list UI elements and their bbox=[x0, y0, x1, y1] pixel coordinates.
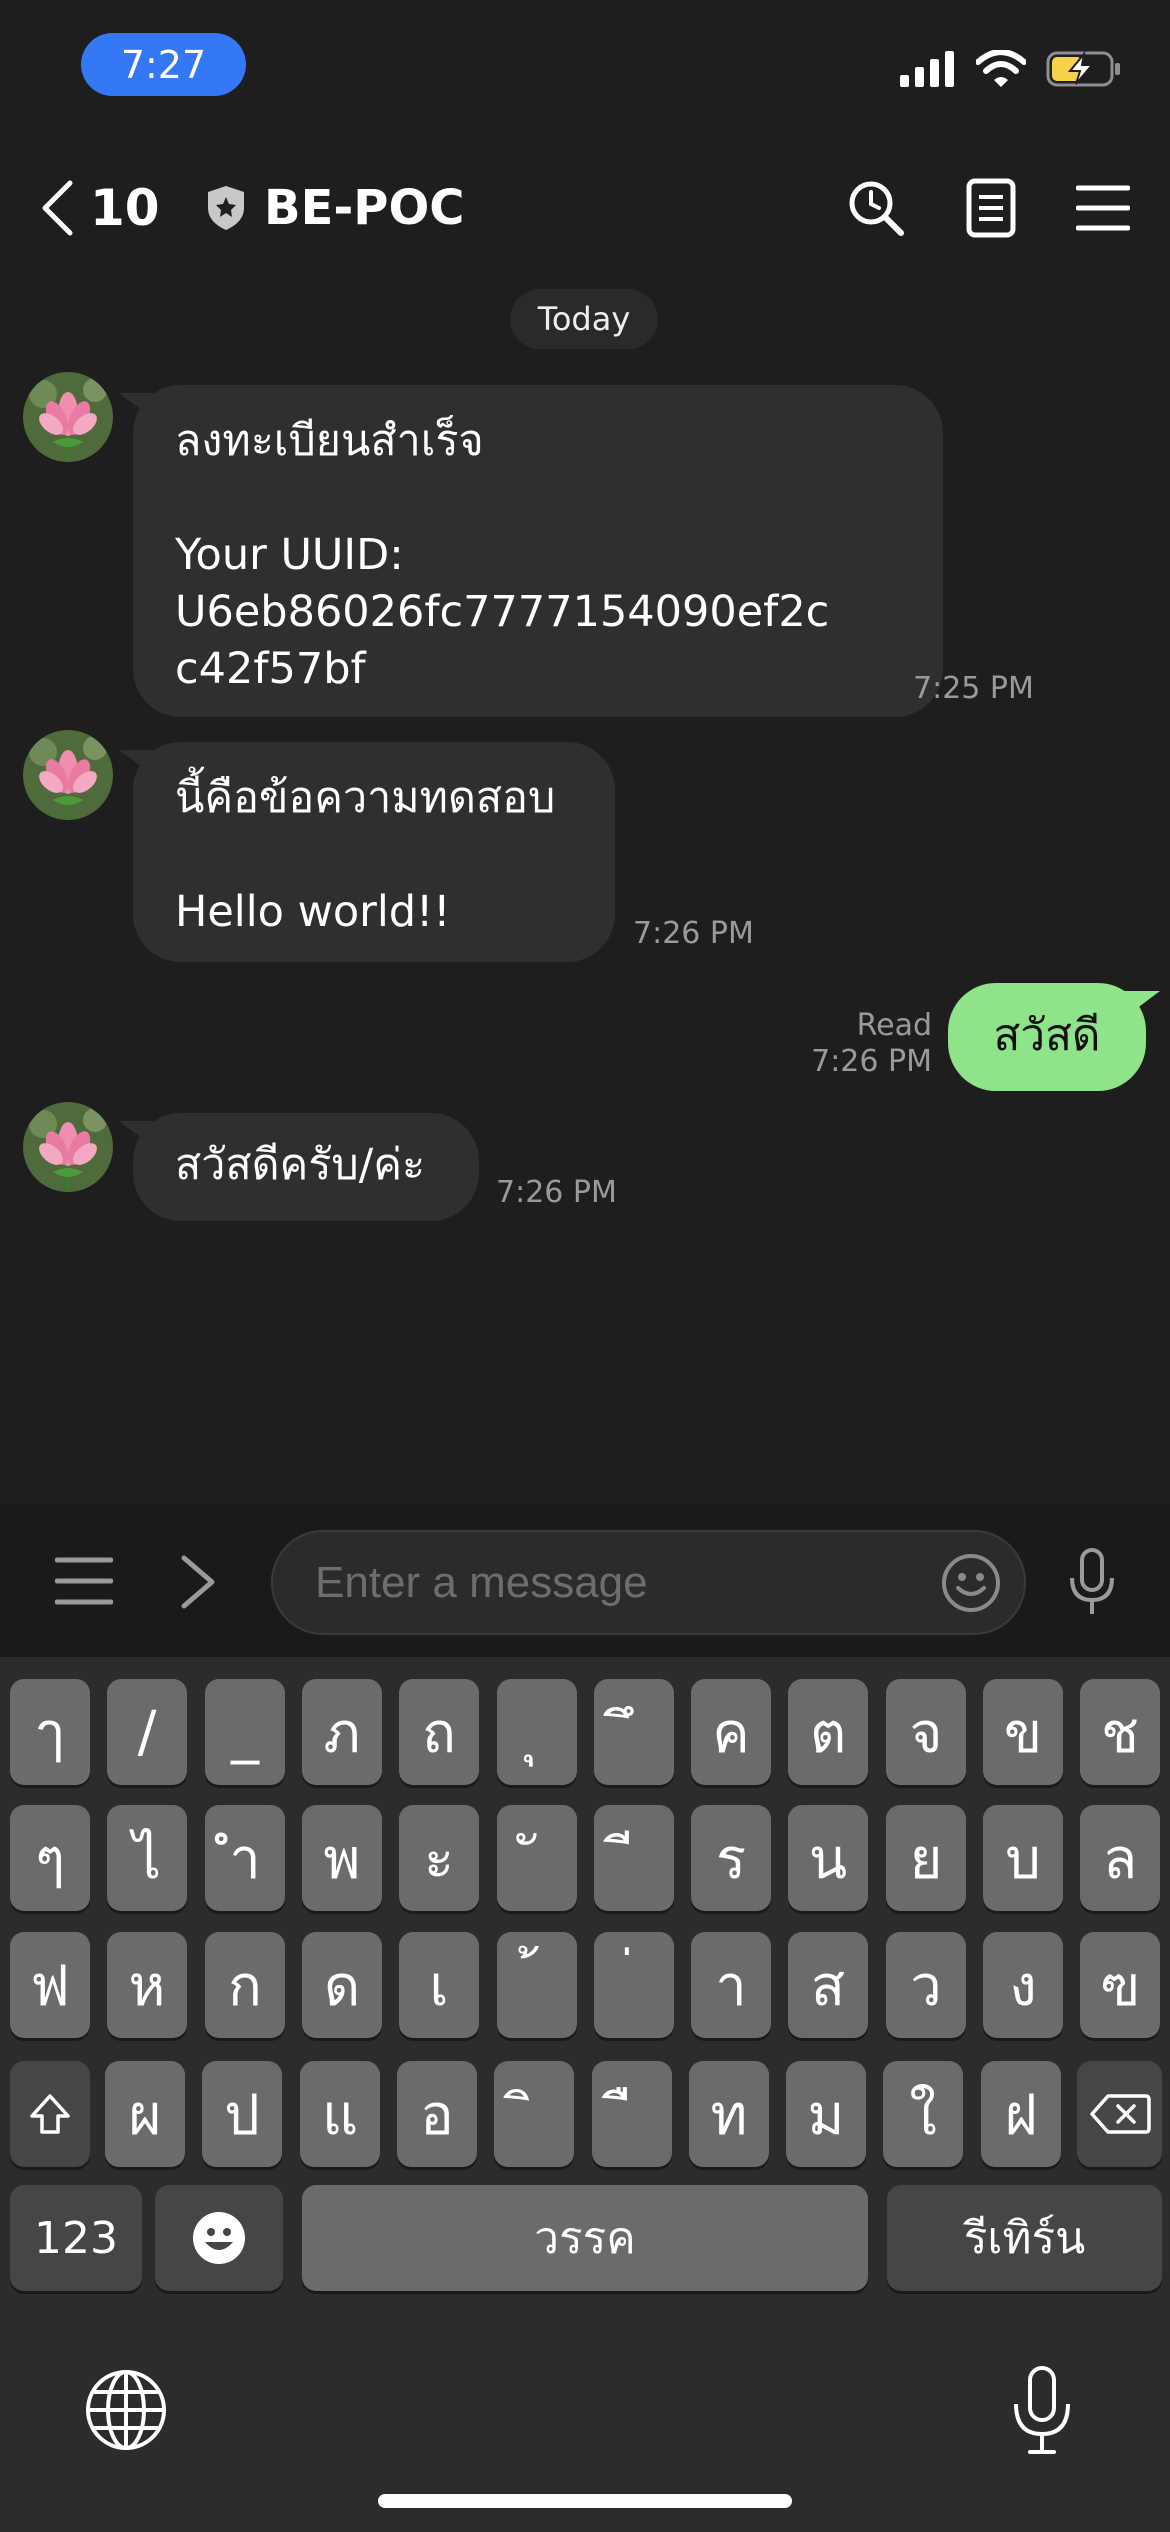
outgoing-message-bubble[interactable]: สวัสดี bbox=[948, 983, 1146, 1091]
backspace-icon bbox=[1089, 2094, 1151, 2134]
keyboard-key[interactable]: ะ bbox=[399, 1805, 479, 1911]
keyboard-key[interactable]: ด bbox=[302, 1932, 382, 2038]
keyboard-key[interactable]: ๅ bbox=[10, 1679, 90, 1785]
keyboard-key[interactable]: แ bbox=[300, 2061, 380, 2167]
keyboard-key[interactable]: ื bbox=[592, 2061, 672, 2167]
numbers-key[interactable]: 123 bbox=[10, 2185, 142, 2291]
status-time: 7:27 bbox=[81, 33, 246, 96]
wifi-icon bbox=[976, 50, 1026, 87]
sender-avatar[interactable] bbox=[23, 1102, 113, 1192]
keyboard-key[interactable]: ี bbox=[594, 1805, 674, 1911]
status-icons bbox=[900, 44, 1122, 94]
lotus-avatar-icon bbox=[23, 1102, 113, 1192]
space-key[interactable]: วรรค bbox=[302, 2185, 868, 2291]
chat-title[interactable]: BE-POC bbox=[206, 170, 465, 245]
notes-icon[interactable] bbox=[966, 178, 1016, 238]
keyboard-key[interactable]: ช bbox=[1080, 1679, 1160, 1785]
message-input-container bbox=[271, 1530, 1026, 1635]
chevron-left-icon bbox=[42, 180, 73, 235]
thai-keyboard: 123 วรรค รีเทิร์น ๅ/_ภถุึคตจขชๆไำพะัีรนย… bbox=[0, 1657, 1170, 2532]
return-key[interactable]: รีเทิร์น bbox=[887, 2185, 1162, 2291]
battery-charging-icon bbox=[1046, 50, 1120, 87]
keyboard-key[interactable]: ป bbox=[202, 2061, 282, 2167]
message-bubble[interactable]: สวัสดีครับ/ค่ะ bbox=[133, 1113, 479, 1221]
keyboard-key[interactable]: พ bbox=[302, 1805, 382, 1911]
keyboard-key[interactable]: ึ bbox=[594, 1679, 674, 1785]
keyboard-key[interactable]: ล bbox=[1080, 1805, 1160, 1911]
keyboard-key[interactable]: ุ bbox=[497, 1679, 577, 1785]
keyboard-key[interactable]: ย bbox=[886, 1805, 966, 1911]
sender-avatar[interactable] bbox=[23, 730, 113, 820]
keyboard-key[interactable]: ม bbox=[786, 2061, 866, 2167]
keyboard-key[interactable]: ส bbox=[788, 1932, 868, 2038]
dictation-mic-icon[interactable] bbox=[1010, 2364, 1074, 2456]
shift-key[interactable] bbox=[10, 2061, 90, 2167]
sender-avatar[interactable] bbox=[23, 372, 113, 462]
keyboard-key[interactable]: ว bbox=[886, 1932, 966, 2038]
keyboard-key[interactable]: ผ bbox=[105, 2061, 185, 2167]
menu-icon[interactable] bbox=[1076, 183, 1130, 233]
keyboard-key[interactable]: ร bbox=[691, 1805, 771, 1911]
keyboard-key[interactable]: ฝ bbox=[981, 2061, 1061, 2167]
message-input[interactable] bbox=[313, 1556, 877, 1609]
keyboard-key[interactable]: จ bbox=[886, 1679, 966, 1785]
keyboard-key[interactable]: ฃ bbox=[1080, 1932, 1160, 2038]
keyboard-key[interactable]: ก bbox=[205, 1932, 285, 2038]
composer-menu-icon[interactable] bbox=[55, 1556, 113, 1606]
chat-title-text: BE-POC bbox=[264, 179, 465, 236]
message-time: 7:25 PM bbox=[913, 671, 1034, 706]
keyboard-key[interactable]: ฟ bbox=[10, 1932, 90, 2038]
message-time: 7:26 PM bbox=[811, 1044, 932, 1079]
lotus-avatar-icon bbox=[23, 372, 113, 462]
verified-shield-icon bbox=[208, 185, 244, 230]
lotus-avatar-icon bbox=[23, 730, 113, 820]
keyboard-key[interactable]: ้ bbox=[497, 1932, 577, 2038]
keyboard-key[interactable]: ั bbox=[497, 1805, 577, 1911]
keyboard-key[interactable]: น bbox=[788, 1805, 868, 1911]
keyboard-key[interactable]: ๆ bbox=[10, 1805, 90, 1911]
cellular-signal-icon bbox=[900, 51, 954, 87]
unread-count: 10 bbox=[90, 178, 160, 237]
date-divider: Today bbox=[510, 289, 658, 349]
keyboard-key[interactable]: ข bbox=[983, 1679, 1063, 1785]
keyboard-key[interactable]: ต bbox=[788, 1679, 868, 1785]
keyboard-key[interactable]: / bbox=[107, 1679, 187, 1785]
keyboard-key[interactable]: ไ bbox=[107, 1805, 187, 1911]
keyboard-key[interactable]: ใ bbox=[883, 2061, 963, 2167]
keyboard-key[interactable]: ำ bbox=[205, 1805, 285, 1911]
keyboard-key[interactable]: _ bbox=[205, 1679, 285, 1785]
keyboard-key[interactable]: ถ bbox=[399, 1679, 479, 1785]
read-receipt: Read bbox=[856, 1008, 932, 1043]
keyboard-key[interactable]: ท bbox=[689, 2061, 769, 2167]
message-bubble[interactable]: นี้คือข้อความทดสอบ Hello world!! bbox=[133, 742, 615, 962]
shift-arrow-icon bbox=[30, 2094, 70, 2134]
voice-input-icon[interactable] bbox=[1066, 1548, 1118, 1618]
keyboard-key[interactable]: า bbox=[691, 1932, 771, 2038]
keyboard-key[interactable]: ิ bbox=[494, 2061, 574, 2167]
backspace-key[interactable] bbox=[1077, 2061, 1162, 2167]
keyboard-key[interactable]: บ bbox=[983, 1805, 1063, 1911]
message-bubble[interactable]: ลงทะเบียนสำเร็จ Your UUID: U6eb86026fc77… bbox=[133, 385, 943, 717]
back-button[interactable]: 10 bbox=[40, 170, 160, 245]
keyboard-key[interactable]: ่ bbox=[594, 1932, 674, 2038]
emoji-keyboard-key[interactable] bbox=[155, 2185, 283, 2291]
chevron-right-icon[interactable] bbox=[178, 1554, 218, 1610]
keyboard-key[interactable]: ง bbox=[983, 1932, 1063, 2038]
header-actions bbox=[846, 170, 1130, 245]
message-time: 7:26 PM bbox=[633, 916, 754, 951]
keyboard-key[interactable]: ห bbox=[107, 1932, 187, 2038]
home-indicator bbox=[378, 2494, 792, 2508]
emoji-face-icon bbox=[193, 2212, 245, 2264]
keyboard-key[interactable]: ค bbox=[691, 1679, 771, 1785]
keyboard-key[interactable]: อ bbox=[397, 2061, 477, 2167]
emoji-icon[interactable] bbox=[940, 1552, 1002, 1614]
message-time: 7:26 PM bbox=[496, 1175, 617, 1210]
search-icon[interactable] bbox=[846, 178, 906, 238]
keyboard-key[interactable]: เ bbox=[399, 1932, 479, 2038]
globe-icon[interactable] bbox=[84, 2368, 168, 2452]
keyboard-key[interactable]: ภ bbox=[302, 1679, 382, 1785]
